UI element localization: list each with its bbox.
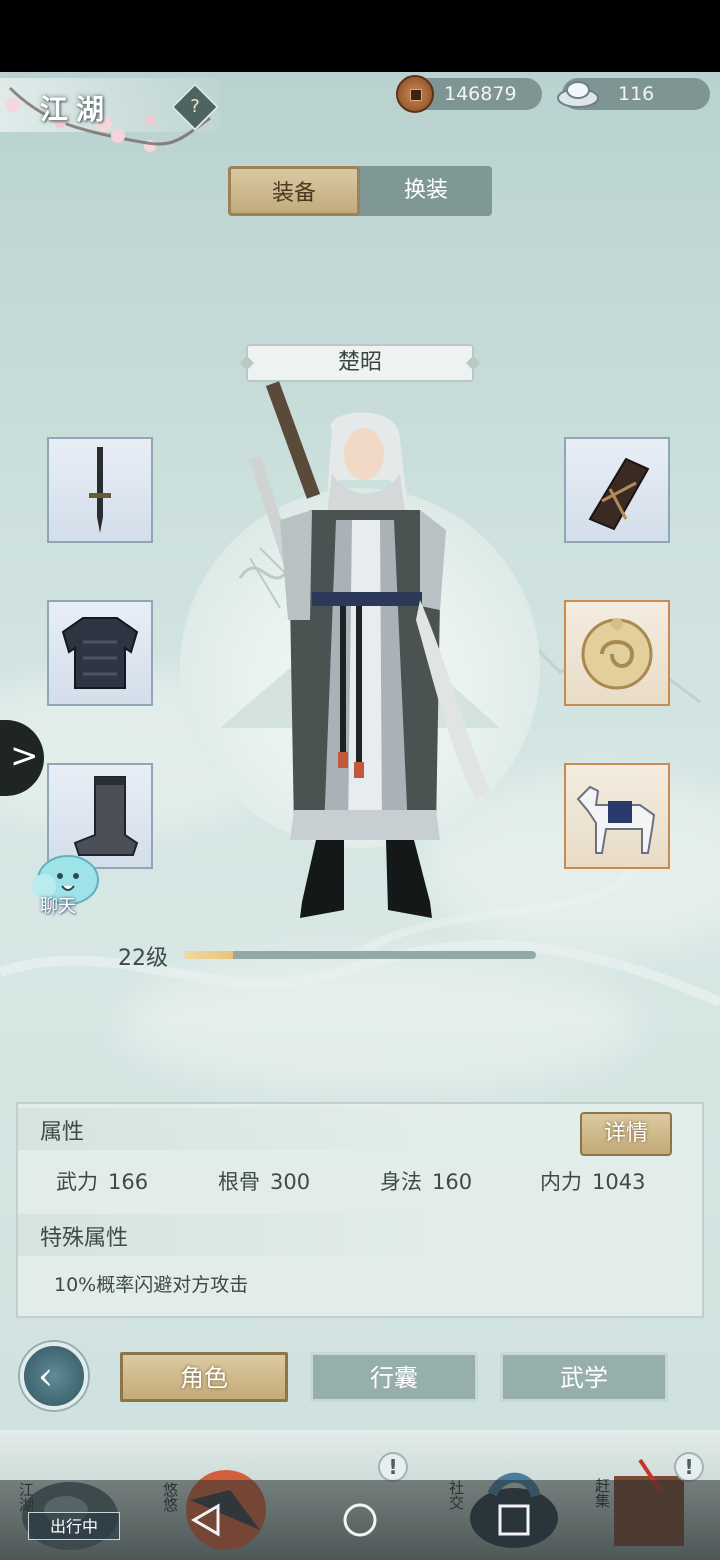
silver-ingot-icon <box>557 81 599 108</box>
stat-agility: 身法 160 <box>380 1166 472 1196</box>
system-back-icon[interactable] <box>186 1500 226 1540</box>
stat-strength: 武力 166 <box>56 1166 148 1196</box>
nav-martial-arts-button[interactable]: 武学 <box>500 1352 668 1402</box>
chat-label[interactable]: 聊天 <box>40 892 76 918</box>
tab-equipment[interactable]: 装备 <box>228 166 360 216</box>
status-bar <box>0 0 720 72</box>
copper-value: 146879 <box>444 83 517 105</box>
stat-name: 根骨 <box>218 1170 260 1194</box>
system-recents-icon[interactable] <box>494 1500 534 1540</box>
equipment-tabs: 装备 换装 <box>228 166 492 216</box>
stat-name: 身法 <box>380 1170 422 1194</box>
silver-currency[interactable]: 116 <box>557 78 710 110</box>
location-banner: 江湖 ? <box>0 78 220 152</box>
level-progress-fill <box>184 951 234 959</box>
bracer-slot[interactable] <box>564 437 670 543</box>
nav-character-button[interactable]: 角色 <box>120 1352 288 1402</box>
stat-inner-power: 内力 1043 <box>540 1166 645 1196</box>
system-home-icon[interactable] <box>340 1500 380 1540</box>
character-model[interactable] <box>240 370 500 930</box>
level-progress-bar <box>184 951 536 959</box>
details-button[interactable]: 详情 <box>580 1112 672 1156</box>
accessory-slot[interactable] <box>564 600 670 706</box>
silver-value: 116 <box>618 83 655 105</box>
back-button[interactable]: ‹ <box>20 1342 88 1410</box>
stat-value: 300 <box>270 1170 311 1194</box>
weapon-slot[interactable] <box>47 437 153 543</box>
special-attribute-text: 10%概率闪避对方攻击 <box>54 1274 249 1296</box>
special-attribute-header: 特殊属性 <box>18 1214 438 1256</box>
market-alert-icon: ! <box>674 1452 704 1482</box>
social-alert-icon: ! <box>378 1452 408 1482</box>
travel-status[interactable]: 出行中 <box>28 1512 120 1540</box>
white-horse-icon <box>576 785 656 854</box>
question-scroll-icon: ? <box>190 96 200 117</box>
page-title: 江湖 <box>40 93 113 126</box>
back-arrow-icon: ‹ <box>38 1354 54 1398</box>
sword-icon <box>89 447 111 533</box>
top-bar: 江湖 ? 146879 116 <box>0 72 720 152</box>
stat-value: 1043 <box>592 1170 646 1194</box>
attribute-header: 属性 <box>18 1108 438 1150</box>
nav-inventory-button[interactable]: 行囊 <box>310 1352 478 1402</box>
jade-pendant-icon <box>581 618 653 690</box>
chest-armor-icon <box>61 617 139 689</box>
level-label: 22级 <box>118 946 168 971</box>
special-attribute-title: 特殊属性 <box>40 1226 129 1251</box>
copper-currency[interactable]: 146879 <box>396 75 542 113</box>
stat-value: 166 <box>108 1170 149 1194</box>
mount-slot[interactable] <box>564 763 670 869</box>
tab-outfit[interactable]: 换装 <box>360 166 492 216</box>
stat-name: 内力 <box>540 1170 582 1194</box>
stat-value: 160 <box>432 1170 473 1194</box>
attribute-title: 属性 <box>40 1120 85 1145</box>
stat-name: 武力 <box>56 1170 98 1194</box>
stat-constitution: 根骨 300 <box>218 1166 310 1196</box>
chevron-right-icon: > <box>10 736 39 776</box>
attribute-panel: 属性 详情 武力 166 根骨 300 身法 160 内力 1043 特殊属性 10%概… <box>16 1102 704 1318</box>
copper-coin-icon <box>396 75 434 113</box>
bracer-icon <box>588 457 650 531</box>
armor-slot[interactable] <box>47 600 153 706</box>
